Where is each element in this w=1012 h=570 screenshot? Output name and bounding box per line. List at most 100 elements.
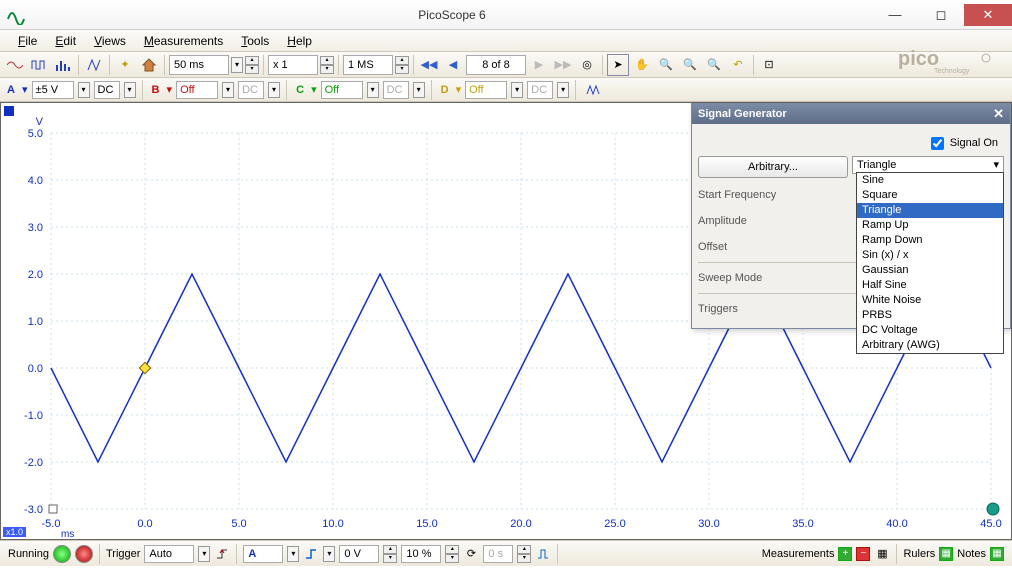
- menu-edit[interactable]: Edit: [55, 34, 76, 48]
- level-spinner[interactable]: ▴▾: [383, 545, 397, 563]
- waveform-option[interactable]: Ramp Up: [857, 218, 1003, 233]
- stop-button[interactable]: [75, 545, 93, 563]
- pretrigger-spinner[interactable]: ▴▾: [445, 545, 459, 563]
- channel-b-down-icon[interactable]: ▾: [167, 83, 173, 96]
- next-page-icon[interactable]: ▶: [528, 54, 550, 76]
- siggen-icon[interactable]: [83, 54, 105, 76]
- menu-help[interactable]: Help: [287, 34, 312, 48]
- signal-on-checkbox[interactable]: [931, 137, 944, 150]
- delay-spinner[interactable]: ▴▾: [517, 545, 531, 563]
- undo-zoom-icon[interactable]: ↶: [727, 54, 749, 76]
- channel-a-label[interactable]: A: [4, 84, 18, 96]
- waveform-option[interactable]: Triangle: [857, 203, 1003, 218]
- dropdown-icon[interactable]: ▾: [198, 546, 210, 562]
- zoom-out-icon[interactable]: 🔍: [679, 54, 701, 76]
- waveform-option[interactable]: Sine: [857, 173, 1003, 188]
- trigger-edge-icon[interactable]: [214, 546, 230, 562]
- channel-b-label[interactable]: B: [149, 84, 163, 96]
- waveform-option[interactable]: White Noise: [857, 293, 1003, 308]
- channel-a-coupling[interactable]: DC: [94, 81, 120, 99]
- channel-d-down-icon[interactable]: ▾: [456, 83, 462, 96]
- channel-d-coupling[interactable]: DC: [527, 81, 553, 99]
- minimize-button[interactable]: —: [872, 4, 918, 26]
- channel-b-range[interactable]: Off: [176, 81, 218, 99]
- trigger-mode-select[interactable]: Auto: [144, 545, 194, 563]
- rulers-icon[interactable]: ▦: [939, 547, 953, 561]
- siggen-titlebar[interactable]: Signal Generator ✕: [692, 104, 1010, 124]
- first-page-icon[interactable]: ◀◀: [418, 54, 440, 76]
- waveform-option[interactable]: Sin (x) / x: [857, 248, 1003, 263]
- hand-icon[interactable]: ✋: [631, 54, 653, 76]
- menu-measurements[interactable]: Measurements: [144, 34, 223, 48]
- waveform-dropdown-list[interactable]: SineSquareTriangleRamp UpRamp DownSin (x…: [856, 172, 1004, 354]
- pointer-icon[interactable]: ➤: [607, 54, 629, 76]
- scope-mode-icon[interactable]: [4, 54, 26, 76]
- add-measurement-icon[interactable]: +: [838, 547, 852, 561]
- dropdown-icon[interactable]: ▾: [268, 82, 280, 98]
- zoom-rect-icon[interactable]: 🔍: [703, 54, 725, 76]
- scope-plot[interactable]: -5.00.05.010.015.020.025.030.035.040.045…: [0, 102, 1012, 540]
- channel-c-down-icon[interactable]: ▾: [311, 83, 317, 96]
- arbitrary-button[interactable]: Arbitrary...: [698, 156, 848, 178]
- zoom-in-icon[interactable]: 🔍: [655, 54, 677, 76]
- waveform-option[interactable]: Arbitrary (AWG): [857, 338, 1003, 353]
- persistence-mode-icon[interactable]: [28, 54, 50, 76]
- dropdown-icon[interactable]: ▾: [413, 82, 425, 98]
- trigger-channel-select[interactable]: A: [243, 545, 283, 563]
- trigger-level[interactable]: 0 V: [339, 545, 379, 563]
- dropdown-icon[interactable]: ▾: [222, 82, 234, 98]
- wand-icon[interactable]: ✦: [114, 54, 136, 76]
- close-button[interactable]: ✕: [964, 4, 1012, 26]
- siggen-close-icon[interactable]: ✕: [993, 106, 1004, 122]
- channel-b-coupling[interactable]: DC: [238, 81, 264, 99]
- waveform-option[interactable]: DC Voltage: [857, 323, 1003, 338]
- notes-icon[interactable]: ▦: [990, 547, 1004, 561]
- trigger-advanced-icon[interactable]: [535, 546, 551, 562]
- timebase-select[interactable]: 50 ms: [169, 55, 229, 75]
- timebase-spinner[interactable]: ▴▾: [245, 56, 259, 74]
- waveform-option[interactable]: Half Sine: [857, 278, 1003, 293]
- marquee-zoom-icon[interactable]: ⊡: [758, 54, 780, 76]
- channel-c-label[interactable]: C: [293, 84, 307, 96]
- pretrigger-field[interactable]: 10 %: [401, 545, 441, 563]
- measurement-settings-icon[interactable]: ▦: [874, 546, 890, 562]
- waveform-option[interactable]: Square: [857, 188, 1003, 203]
- waveform-option[interactable]: Gaussian: [857, 263, 1003, 278]
- dropdown-icon[interactable]: ▾: [287, 546, 299, 562]
- waveform-option[interactable]: Ramp Down: [857, 233, 1003, 248]
- waveform-option[interactable]: PRBS: [857, 308, 1003, 323]
- dropdown-icon[interactable]: ▾: [511, 82, 523, 98]
- svg-text:30.0: 30.0: [698, 518, 719, 530]
- delay-field[interactable]: 0 s: [483, 545, 513, 563]
- channel-a-down-icon[interactable]: ▾: [22, 83, 28, 96]
- dropdown-icon[interactable]: ▾: [367, 82, 379, 98]
- xscale-select[interactable]: x 1: [268, 55, 318, 75]
- delay-icon[interactable]: ⟳: [463, 546, 479, 562]
- channel-c-coupling[interactable]: DC: [383, 81, 409, 99]
- siggen-toggle-icon[interactable]: [582, 79, 604, 101]
- channel-d-label[interactable]: D: [438, 84, 452, 96]
- rising-edge-icon[interactable]: [303, 546, 319, 562]
- run-button[interactable]: [53, 545, 71, 563]
- last-page-icon[interactable]: ▶▶: [552, 54, 574, 76]
- menu-views[interactable]: Views: [94, 34, 126, 48]
- compass-icon[interactable]: ◎: [576, 54, 598, 76]
- channel-d-range[interactable]: Off: [465, 81, 507, 99]
- home-icon[interactable]: [138, 54, 160, 76]
- channel-c-range[interactable]: Off: [321, 81, 363, 99]
- channel-a-range[interactable]: ±5 V: [32, 81, 74, 99]
- dropdown-icon[interactable]: ▾: [557, 82, 569, 98]
- menu-file[interactable]: File: [18, 34, 37, 48]
- xscale-spinner[interactable]: ▴▾: [320, 56, 334, 74]
- remove-measurement-icon[interactable]: −: [856, 547, 870, 561]
- samples-select[interactable]: 1 MS: [343, 55, 393, 75]
- prev-page-icon[interactable]: ◀: [442, 54, 464, 76]
- dropdown-icon[interactable]: ▾: [78, 82, 90, 98]
- dropdown-icon[interactable]: ▾: [124, 82, 136, 98]
- samples-spinner[interactable]: ▴▾: [395, 56, 409, 74]
- spectrum-mode-icon[interactable]: [52, 54, 74, 76]
- timebase-dropdown-icon[interactable]: ▾: [231, 57, 243, 73]
- maximize-button[interactable]: ◻: [918, 4, 964, 26]
- menu-tools[interactable]: Tools: [241, 34, 269, 48]
- dropdown-icon[interactable]: ▾: [323, 546, 335, 562]
